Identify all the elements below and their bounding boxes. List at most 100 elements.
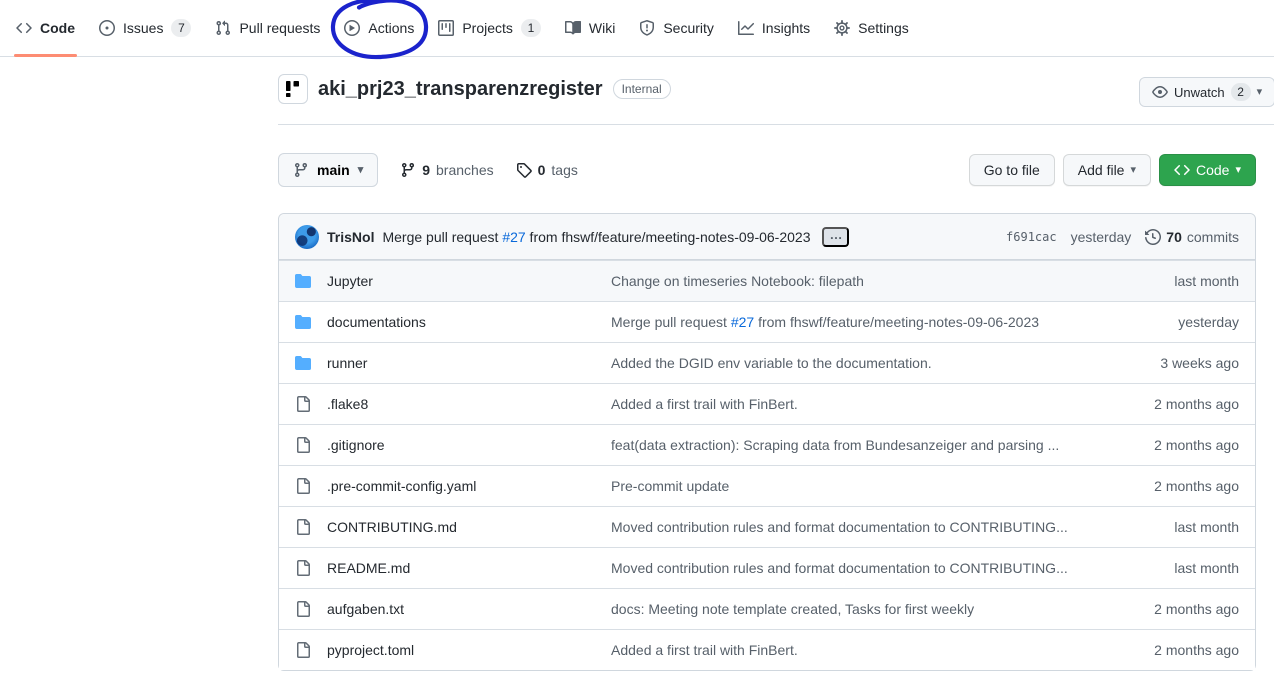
- commit-age: 2 months ago: [1109, 396, 1239, 412]
- file-name-link[interactable]: Jupyter: [327, 273, 373, 289]
- file-name-link[interactable]: .flake8: [327, 396, 368, 412]
- commits-count: 70: [1166, 229, 1182, 245]
- file-icon: [295, 560, 311, 576]
- table-row: Jupyter Change on timeseries Notebook: f…: [279, 260, 1255, 301]
- branches-count: 9: [422, 162, 430, 178]
- book-icon: [565, 20, 581, 36]
- eye-icon: [1152, 84, 1168, 100]
- folder-icon: [295, 355, 311, 371]
- commit-age: last month: [1109, 560, 1239, 576]
- file-icon: [295, 396, 311, 412]
- table-row: .flake8 Added a first trail with FinBert…: [279, 383, 1255, 424]
- tab-wiki[interactable]: Wiki: [553, 0, 627, 56]
- file-icon: [295, 642, 311, 658]
- table-row: aufgaben.txt docs: Meeting note template…: [279, 588, 1255, 629]
- commit-message-post: from fhswf/feature/meeting-notes-09-06-2…: [526, 229, 811, 245]
- go-to-file-button[interactable]: Go to file: [969, 154, 1055, 186]
- file-name-link[interactable]: README.md: [327, 560, 410, 576]
- repo-tab-bar: Code Issues 7 Pull requests Actions Proj…: [0, 0, 1274, 57]
- commit-message-link[interactable]: feat(data extraction): Scraping data fro…: [611, 437, 1109, 453]
- tags-label: tags: [551, 162, 577, 178]
- table-row: documentations Merge pull request #27 fr…: [279, 301, 1255, 342]
- commit-age: 2 months ago: [1109, 601, 1239, 617]
- toolbar-right-group: Go to file Add file ▾ Code ▾: [969, 154, 1256, 186]
- commit-message-link[interactable]: Added a first trail with FinBert.: [611, 396, 1109, 412]
- branch-selector[interactable]: main ▾: [278, 153, 378, 187]
- chevron-down-icon: ▾: [1235, 165, 1241, 176]
- commit-message[interactable]: Merge pull request #27 from fhswf/featur…: [382, 229, 810, 245]
- tab-security-label: Security: [663, 20, 714, 36]
- repo-title[interactable]: aki_prj23_transparenzregister: [318, 78, 603, 101]
- issues-count-badge: 7: [171, 19, 191, 37]
- tab-issues[interactable]: Issues 7: [87, 0, 203, 56]
- tab-insights-label: Insights: [762, 20, 810, 36]
- chevron-down-icon: ▾: [358, 165, 364, 176]
- file-icon: [295, 437, 311, 453]
- commit-message-link[interactable]: Change on timeseries Notebook: filepath: [611, 273, 1109, 289]
- commit-hash[interactable]: f691cac: [1006, 230, 1057, 244]
- file-name-link[interactable]: CONTRIBUTING.md: [327, 519, 457, 535]
- commit-message-link[interactable]: Added the DGID env variable to the docum…: [611, 355, 1109, 371]
- table-row: runner Added the DGID env variable to th…: [279, 342, 1255, 383]
- file-icon: [295, 601, 311, 617]
- shield-icon: [639, 20, 655, 36]
- pr-link[interactable]: #27: [502, 229, 525, 245]
- tab-wiki-label: Wiki: [589, 20, 615, 36]
- file-name-link[interactable]: documentations: [327, 314, 426, 330]
- commit-message-link[interactable]: Merge pull request #27 from fhswf/featur…: [611, 314, 1109, 330]
- branches-label: branches: [436, 162, 494, 178]
- commits-history-link[interactable]: 70 commits: [1145, 229, 1239, 245]
- message-post: from fhswf/feature/meeting-notes-09-06-2…: [754, 314, 1039, 330]
- commit-ellipsis-button[interactable]: …: [822, 227, 849, 247]
- table-row: .gitignore feat(data extraction): Scrapi…: [279, 424, 1255, 465]
- file-name-link[interactable]: .pre-commit-config.yaml: [327, 478, 476, 494]
- folder-icon: [295, 273, 311, 289]
- commit-age: last month: [1109, 519, 1239, 535]
- commit-message-link[interactable]: Pre-commit update: [611, 478, 1109, 494]
- tab-settings[interactable]: Settings: [822, 0, 921, 56]
- tab-actions[interactable]: Actions: [332, 0, 426, 56]
- tab-projects[interactable]: Projects 1: [426, 0, 553, 56]
- latest-commit-bar: TrisNol Merge pull request #27 from fhsw…: [279, 214, 1255, 260]
- org-logo-icon: [282, 78, 304, 100]
- commit-message-link[interactable]: Moved contribution rules and format docu…: [611, 560, 1109, 576]
- avatar[interactable]: [295, 225, 319, 249]
- commit-age: last month: [1109, 273, 1239, 289]
- tag-icon: [516, 162, 532, 178]
- header-divider: [278, 124, 1274, 125]
- tab-pull-requests-label: Pull requests: [239, 20, 320, 36]
- commit-message-link[interactable]: docs: Meeting note template created, Tas…: [611, 601, 1109, 617]
- commit-author[interactable]: TrisNol: [327, 229, 374, 245]
- issue-opened-icon: [99, 20, 115, 36]
- tab-actions-label: Actions: [368, 20, 414, 36]
- code-button[interactable]: Code ▾: [1159, 154, 1256, 186]
- tab-projects-label: Projects: [462, 20, 513, 36]
- tab-pull-requests[interactable]: Pull requests: [203, 0, 332, 56]
- table-row: CONTRIBUTING.md Moved contribution rules…: [279, 506, 1255, 547]
- commits-label: commits: [1187, 229, 1239, 245]
- file-name-link[interactable]: .gitignore: [327, 437, 385, 453]
- commit-meta: f691cac yesterday 70 commits: [1006, 229, 1239, 245]
- tab-code[interactable]: Code: [4, 0, 87, 56]
- commit-message-pre: Merge pull request: [382, 229, 502, 245]
- table-row: README.md Moved contribution rules and f…: [279, 547, 1255, 588]
- file-icon: [295, 478, 311, 494]
- unwatch-button[interactable]: Unwatch 2 ▾: [1139, 77, 1274, 107]
- branches-link[interactable]: 9 branches: [400, 162, 493, 178]
- code-button-label: Code: [1196, 162, 1229, 178]
- commit-message-link[interactable]: Added a first trail with FinBert.: [611, 642, 1109, 658]
- file-name-link[interactable]: aufgaben.txt: [327, 601, 404, 617]
- tab-issues-label: Issues: [123, 20, 163, 36]
- tab-security[interactable]: Security: [627, 0, 726, 56]
- graph-icon: [738, 20, 754, 36]
- add-file-button[interactable]: Add file ▾: [1063, 154, 1151, 186]
- file-name-link[interactable]: pyproject.toml: [327, 642, 414, 658]
- commit-message-link[interactable]: Moved contribution rules and format docu…: [611, 519, 1109, 535]
- repo-avatar[interactable]: [278, 74, 308, 104]
- pr-link[interactable]: #27: [731, 314, 754, 330]
- history-icon: [1145, 229, 1161, 245]
- tags-link[interactable]: 0 tags: [516, 162, 578, 178]
- tab-settings-label: Settings: [858, 20, 909, 36]
- file-name-link[interactable]: runner: [327, 355, 367, 371]
- tab-insights[interactable]: Insights: [726, 0, 822, 56]
